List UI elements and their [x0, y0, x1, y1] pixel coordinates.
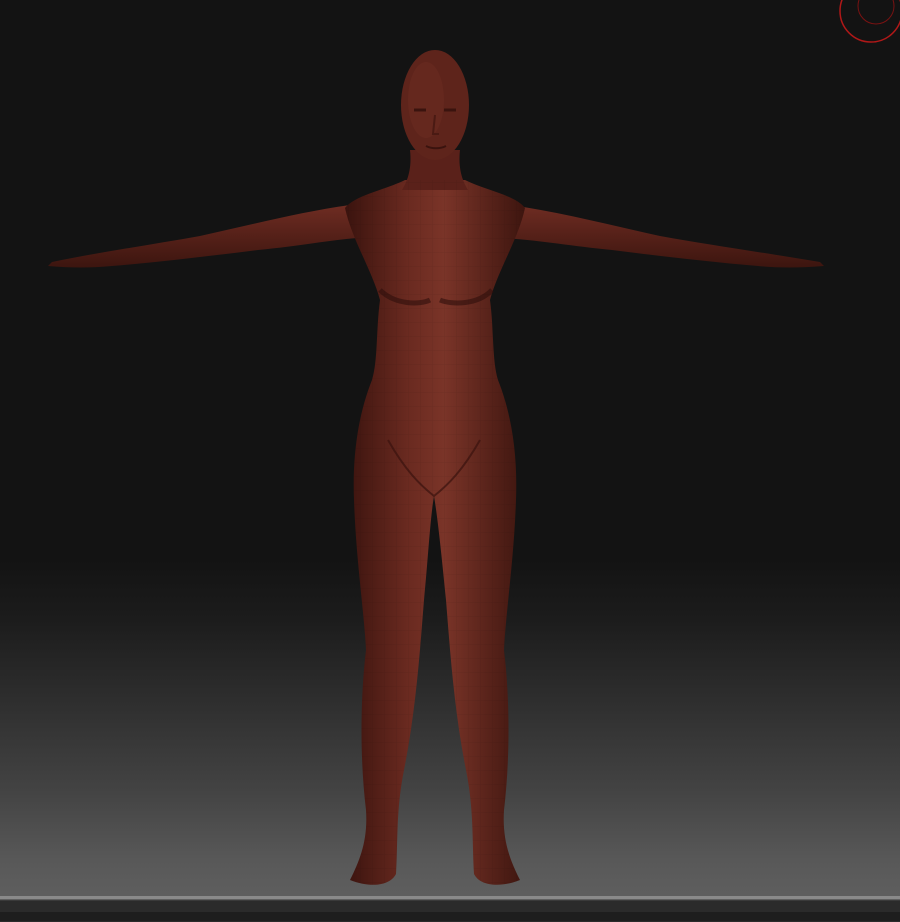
floor-grid-line	[0, 896, 900, 899]
canvas-viewport[interactable]	[0, 0, 900, 900]
human-figure-model[interactable]	[0, 0, 900, 900]
bottom-tray-strip	[0, 912, 900, 921]
navigation-gyro-icon[interactable]	[836, 0, 900, 46]
body-mesh	[48, 50, 824, 885]
